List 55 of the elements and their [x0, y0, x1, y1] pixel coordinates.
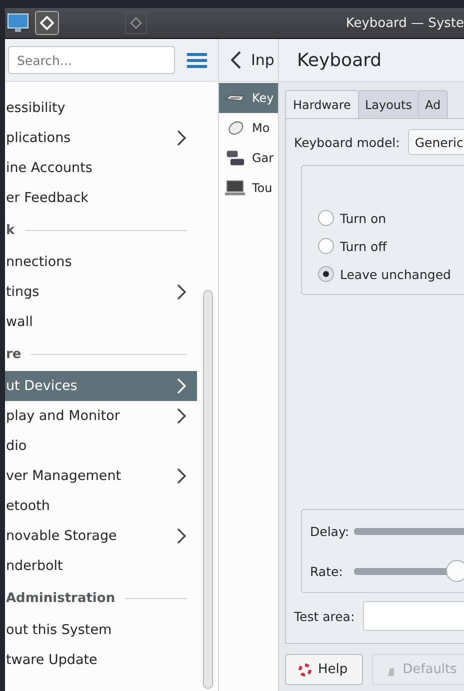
sidebar-item[interactable]: nnections	[5, 247, 197, 277]
diamond-icon	[130, 17, 142, 29]
sidebar-item[interactable]: ine Accounts	[5, 153, 197, 183]
touchpad-icon	[225, 179, 245, 197]
sidebar-item[interactable]: wall	[5, 307, 197, 337]
list-item[interactable]: Key	[219, 83, 278, 113]
radio-button[interactable]	[318, 266, 334, 282]
section-header: Administration	[6, 590, 116, 606]
pin-button[interactable]	[35, 11, 59, 35]
sidebar-item[interactable]: plications	[5, 123, 197, 153]
sidebar-item[interactable]: out this System	[5, 615, 197, 645]
tab[interactable]: Layouts	[358, 90, 419, 118]
sidebar-item[interactable]: ver Management	[5, 461, 197, 491]
window-title: Keyboard — Syste	[346, 16, 464, 30]
sidebar-item[interactable]: nderbolt	[5, 551, 197, 581]
sidebar-item[interactable]: tware Update	[5, 645, 197, 675]
sidebar-item[interactable]: ut Devices	[5, 371, 197, 401]
scrollbar[interactable]	[202, 290, 212, 689]
option-label: Turn on	[340, 210, 386, 226]
breadcrumb[interactable]: Inp	[251, 51, 274, 69]
field-label: Test area:	[294, 608, 355, 624]
sidebar-item[interactable]: play and Monitor	[5, 401, 197, 431]
sidebar-item[interactable]: novable Storage	[5, 521, 197, 551]
back-icon[interactable]	[231, 51, 241, 69]
page-title: Keyboard	[297, 50, 382, 70]
sidebar-item[interactable]: dio	[5, 431, 197, 461]
sidebar-item[interactable]: etooth	[5, 491, 197, 521]
keyboard-icon	[225, 92, 245, 104]
sidebar-item[interactable]: er Feedback	[5, 183, 197, 213]
help-button[interactable]: Help	[285, 654, 363, 685]
sidebar-item[interactable]: essibility	[5, 93, 197, 123]
option-label: Leave unchanged	[340, 266, 451, 282]
slider-handle[interactable]	[446, 560, 464, 582]
list-item[interactable]: Mo	[219, 113, 278, 143]
test-area-field[interactable]	[362, 601, 464, 631]
window-button[interactable]	[125, 12, 147, 34]
slider-label: Delay:	[310, 524, 350, 538]
tab[interactable]: Hardware	[285, 90, 359, 118]
menu-icon[interactable]	[187, 52, 207, 68]
list-item[interactable]: Tou	[219, 173, 278, 203]
slider-label: Rate:	[310, 564, 344, 578]
list-item[interactable]: Gar	[219, 143, 278, 173]
tab[interactable]: Ad	[418, 90, 448, 118]
keyboard-model-dropdown[interactable]: Generic	[408, 129, 464, 155]
option-label: Turn off	[340, 238, 387, 254]
radio-button[interactable]	[318, 238, 334, 254]
section-header: re	[6, 346, 22, 362]
radio-button[interactable]	[318, 210, 334, 226]
sidebar-item[interactable]: tings	[5, 277, 197, 307]
search-field[interactable]: Search...	[8, 46, 175, 74]
field-label: Keyboard model:	[294, 134, 400, 150]
diamond-icon	[40, 16, 54, 30]
section-header: k	[6, 222, 15, 238]
monitor-icon[interactable]	[7, 13, 29, 33]
lifebuoy-icon	[298, 662, 312, 676]
